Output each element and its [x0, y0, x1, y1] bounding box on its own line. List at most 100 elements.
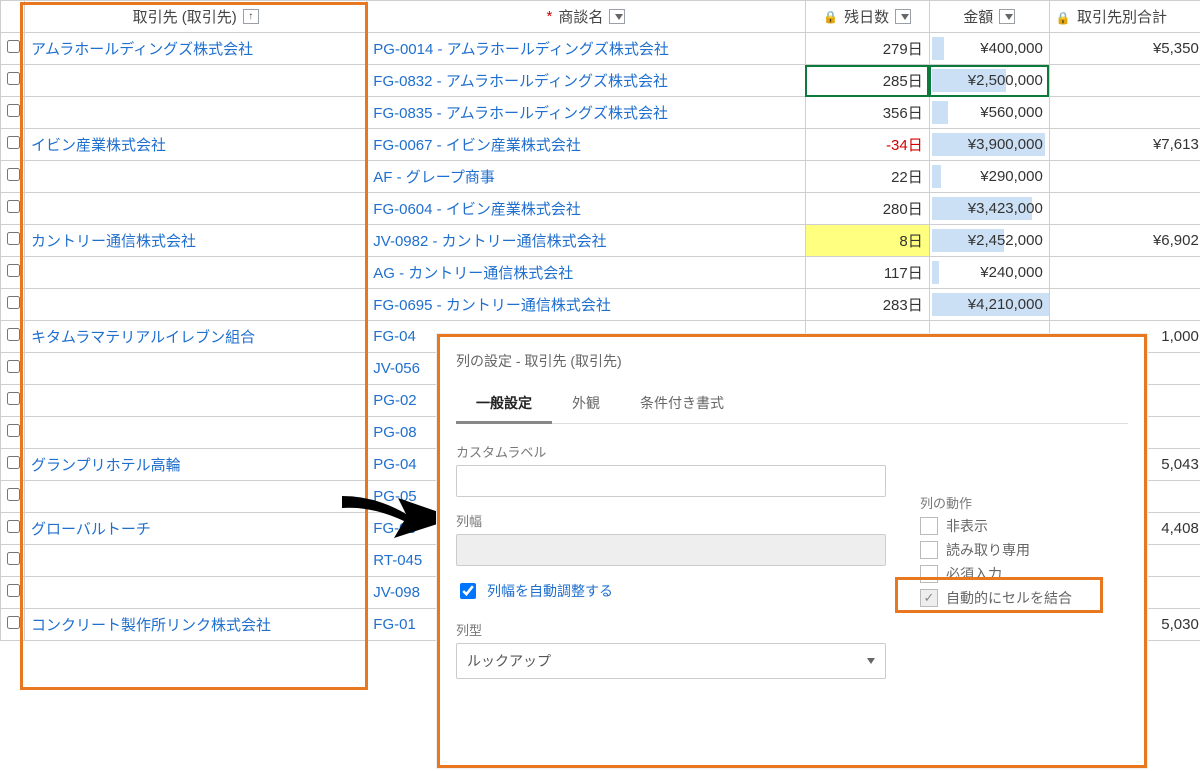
- amount-cell[interactable]: ¥290,000: [929, 161, 1049, 193]
- row-checkbox[interactable]: [7, 200, 20, 213]
- opt-readonly[interactable]: 読み取り専用: [920, 540, 1072, 560]
- opportunity-cell[interactable]: AG - カントリー通信株式会社: [367, 257, 805, 289]
- header-account-total[interactable]: 取引先別合計: [1049, 1, 1200, 33]
- table-row: FG-0835 - アムラホールディングズ株式会社356日¥560,000: [1, 97, 1200, 129]
- row-checkbox[interactable]: [7, 296, 20, 309]
- days-left-cell[interactable]: 356日: [805, 97, 929, 129]
- opportunity-cell[interactable]: FG-0695 - カントリー通信株式会社: [367, 289, 805, 321]
- col-type-label: 列型: [456, 620, 1128, 639]
- account-cell[interactable]: アムラホールディングズ株式会社: [25, 33, 367, 65]
- row-checkbox[interactable]: [7, 424, 20, 437]
- row-checkbox[interactable]: [7, 552, 20, 565]
- opt-hidden[interactable]: 非表示: [920, 516, 1072, 536]
- header-opportunity[interactable]: * 商談名: [367, 1, 805, 33]
- amount-cell[interactable]: ¥4,210,000: [929, 289, 1049, 321]
- amount-cell[interactable]: ¥400,000: [929, 33, 1049, 65]
- custom-label-label: カスタムラベル: [456, 442, 1128, 461]
- row-checkbox[interactable]: [7, 168, 20, 181]
- row-checkbox[interactable]: [7, 104, 20, 117]
- amount-cell[interactable]: ¥560,000: [929, 97, 1049, 129]
- days-left-cell[interactable]: 117日: [805, 257, 929, 289]
- account-total-cell: [1049, 257, 1200, 289]
- row-checkbox-cell: [1, 385, 25, 417]
- row-checkbox-cell: [1, 513, 25, 545]
- row-checkbox-cell: [1, 577, 25, 609]
- account-cell[interactable]: キタムラマテリアルイレブン組合: [25, 321, 367, 353]
- account-total-cell: [1049, 289, 1200, 321]
- row-checkbox[interactable]: [7, 520, 20, 533]
- account-cell[interactable]: イビン産業株式会社: [25, 129, 367, 161]
- tab-appearance[interactable]: 外観: [552, 385, 620, 423]
- row-checkbox[interactable]: [7, 616, 20, 629]
- filter-icon[interactable]: [999, 9, 1015, 24]
- header-account[interactable]: 取引先 (取引先) ↑: [25, 1, 367, 33]
- amount-cell[interactable]: ¥2,500,000: [929, 65, 1049, 97]
- account-total-cell: ¥7,613,: [1049, 129, 1200, 161]
- row-checkbox[interactable]: [7, 456, 20, 469]
- row-checkbox-cell: [1, 545, 25, 577]
- opportunity-cell[interactable]: FG-0835 - アムラホールディングズ株式会社: [367, 97, 805, 129]
- header-opportunity-label: 商談名: [558, 6, 603, 27]
- days-left-cell[interactable]: 279日: [805, 33, 929, 65]
- account-cell: [25, 97, 367, 129]
- account-cell: [25, 161, 367, 193]
- opt-required[interactable]: 必須入力: [920, 564, 1072, 584]
- row-checkbox-cell: [1, 417, 25, 449]
- account-cell: [25, 65, 367, 97]
- amount-cell[interactable]: ¥240,000: [929, 257, 1049, 289]
- account-cell[interactable]: コンクリート製作所リンク株式会社: [25, 609, 367, 641]
- days-left-cell[interactable]: 8日: [805, 225, 929, 257]
- days-left-cell[interactable]: -34日: [805, 129, 929, 161]
- amount-cell[interactable]: ¥3,900,000: [929, 129, 1049, 161]
- row-checkbox-cell: [1, 97, 25, 129]
- row-checkbox-cell: [1, 449, 25, 481]
- days-left-cell[interactable]: 22日: [805, 161, 929, 193]
- header-days-left[interactable]: 残日数: [805, 1, 929, 33]
- opportunity-cell[interactable]: JV-0982 - カントリー通信株式会社: [367, 225, 805, 257]
- row-checkbox[interactable]: [7, 488, 20, 501]
- row-checkbox[interactable]: [7, 232, 20, 245]
- row-checkbox[interactable]: [7, 584, 20, 597]
- width-input[interactable]: [456, 534, 886, 566]
- tab-general[interactable]: 一般設定: [456, 385, 552, 424]
- days-left-cell[interactable]: 280日: [805, 193, 929, 225]
- custom-label-input[interactable]: [456, 465, 886, 497]
- account-cell: [25, 193, 367, 225]
- auto-width-checkbox-box[interactable]: [460, 583, 476, 599]
- row-checkbox-cell: [1, 65, 25, 97]
- row-checkbox[interactable]: [7, 40, 20, 53]
- opportunity-cell[interactable]: PG-0014 - アムラホールディングズ株式会社: [367, 33, 805, 65]
- row-checkbox[interactable]: [7, 264, 20, 277]
- account-cell[interactable]: グランプリホテル高輪: [25, 449, 367, 481]
- amount-cell[interactable]: ¥3,423,000: [929, 193, 1049, 225]
- row-checkbox[interactable]: [7, 392, 20, 405]
- account-cell[interactable]: カントリー通信株式会社: [25, 225, 367, 257]
- row-checkbox[interactable]: [7, 72, 20, 85]
- amount-cell[interactable]: ¥2,452,000: [929, 225, 1049, 257]
- opportunity-cell[interactable]: FG-0067 - イビン産業株式会社: [367, 129, 805, 161]
- row-checkbox-cell: [1, 481, 25, 513]
- sort-asc-icon[interactable]: ↑: [243, 9, 259, 24]
- opportunity-cell[interactable]: AF - グレープ商事: [367, 161, 805, 193]
- header-amount[interactable]: 金額: [929, 1, 1049, 33]
- account-total-cell: ¥6,902,: [1049, 225, 1200, 257]
- days-left-cell[interactable]: 283日: [805, 289, 929, 321]
- account-total-cell: ¥5,350,: [1049, 33, 1200, 65]
- account-cell[interactable]: グローバルトーチ: [25, 513, 367, 545]
- header-account-total-label: 取引先別合計: [1077, 9, 1167, 26]
- opportunity-cell[interactable]: FG-0604 - イビン産業株式会社: [367, 193, 805, 225]
- row-checkbox-cell: [1, 129, 25, 161]
- row-checkbox-cell: [1, 161, 25, 193]
- days-left-cell[interactable]: 285日: [805, 65, 929, 97]
- col-type-select[interactable]: ルックアップ: [456, 643, 886, 679]
- account-cell: [25, 577, 367, 609]
- header-account-label: 取引先 (取引先): [133, 6, 237, 27]
- row-checkbox[interactable]: [7, 360, 20, 373]
- row-checkbox[interactable]: [7, 328, 20, 341]
- filter-icon[interactable]: [895, 9, 911, 24]
- tab-conditional[interactable]: 条件付き書式: [620, 385, 744, 423]
- opt-merge[interactable]: ✓自動的にセルを結合: [920, 588, 1072, 608]
- filter-icon[interactable]: [609, 9, 625, 24]
- row-checkbox[interactable]: [7, 136, 20, 149]
- opportunity-cell[interactable]: FG-0832 - アムラホールディングズ株式会社: [367, 65, 805, 97]
